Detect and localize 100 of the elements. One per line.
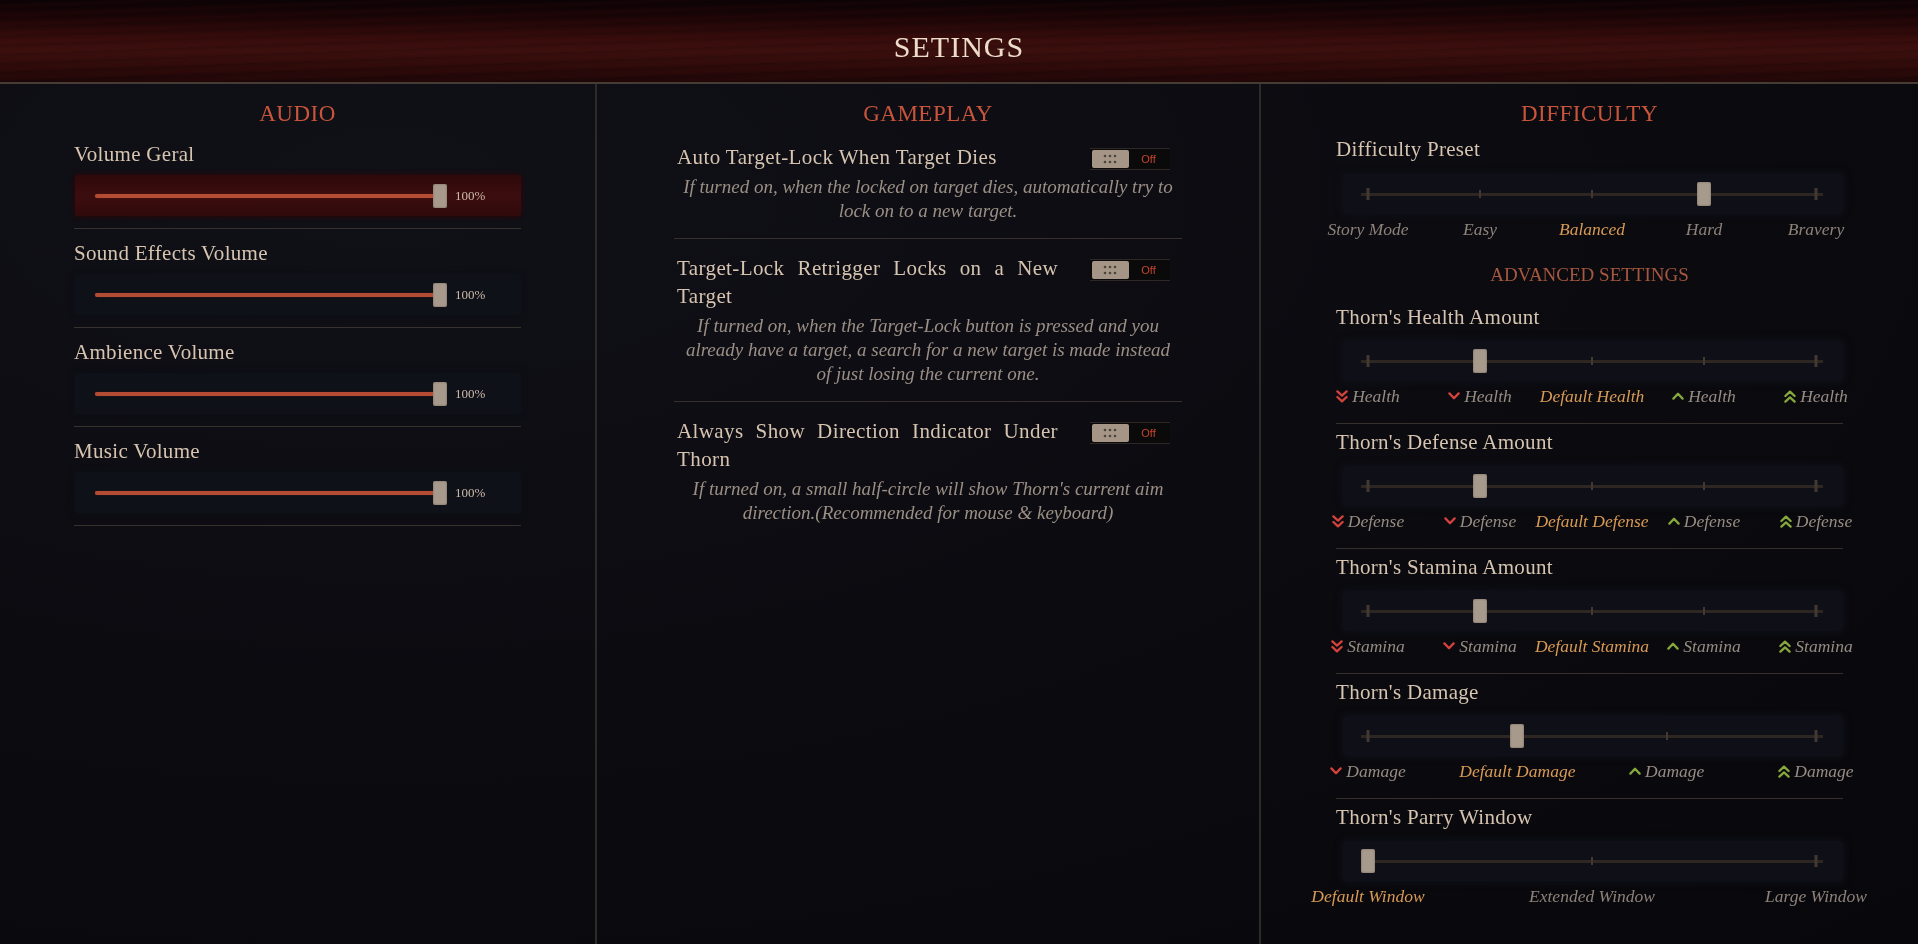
stop-label: Stamina — [1459, 635, 1517, 657]
tick-mark — [1366, 730, 1370, 742]
setting-label: Thorn's Defense Amount — [1336, 430, 1554, 454]
section-heading: GAMEPLAY — [863, 100, 993, 128]
chevron-up-icon — [1629, 767, 1641, 775]
stop-label: Health — [1688, 385, 1736, 407]
tick-mark — [1366, 355, 1370, 367]
slider-thumb[interactable] — [1473, 474, 1487, 498]
double-chevron-up-icon — [1779, 639, 1792, 653]
setting-label: Music Volume — [74, 438, 201, 464]
stop-label: Default Stamina — [1534, 635, 1650, 657]
stop-label: Health — [1352, 385, 1400, 407]
setting-description: If turned on, a small half-circle will show Thorn's current aim direction.(Recommended for mouse & keyboard) — [691, 477, 1165, 525]
chevron-down-icon — [1448, 392, 1461, 400]
tick-mark — [1703, 482, 1705, 490]
setting-label: Always Show Direction Indicator Under Thorn — [677, 418, 1058, 473]
slider-thumb[interactable] — [1697, 182, 1711, 206]
chevron-down-icon — [1443, 517, 1456, 525]
double-chevron-down-icon — [1336, 389, 1349, 403]
stop-label: Health — [1800, 385, 1848, 407]
tick-mark — [1814, 855, 1818, 867]
setting-label: Thorn's Health Amount — [1336, 305, 1541, 329]
stop-label: Defense — [1459, 510, 1517, 532]
double-chevron-up-icon — [1779, 514, 1792, 528]
section-subheading: ADVANCED SETTINGS — [1489, 263, 1690, 287]
toggle-switch[interactable]: Off — [1090, 148, 1170, 170]
slider-thumb[interactable] — [433, 282, 447, 307]
setting-label: Target-Lock Retrigger Locks on a New Target — [677, 255, 1058, 310]
stop-label: Balanced — [1558, 218, 1626, 240]
tick-mark — [1703, 357, 1705, 365]
stop-label: Story Mode — [1327, 218, 1409, 240]
volume-reading: 100% — [455, 484, 486, 501]
slider-thumb[interactable] — [433, 480, 447, 505]
double-chevron-up-icon — [1778, 764, 1791, 778]
tick-mark — [1591, 607, 1593, 615]
setting-description: If turned on, when the locked on target dies, automatically try to lock on to a new target. — [682, 175, 1174, 223]
stop-label: Stamina — [1683, 635, 1741, 657]
tick-mark — [1366, 188, 1370, 200]
stop-label: Large Window — [1765, 885, 1867, 907]
slider-thumb[interactable] — [433, 381, 447, 406]
stop-label: Bravery — [1787, 218, 1845, 240]
chevron-down-icon — [1330, 767, 1343, 775]
chevron-down-icon — [1443, 642, 1456, 650]
tick-mark — [1366, 480, 1370, 492]
tick-mark — [1591, 357, 1593, 365]
setting-label: Volume Geral — [74, 141, 196, 167]
stop-label: Default Health — [1539, 385, 1645, 407]
section-heading: AUDIO — [259, 100, 336, 128]
setting-description: If turned on, when the Target-Lock button is pressed and you already have a target, a search for a new target is made instead of just losing the current one. — [684, 314, 1172, 386]
chevron-up-icon — [1667, 642, 1680, 650]
setting-label: Sound Effects Volume — [74, 240, 269, 266]
stop-label: Hard — [1685, 218, 1723, 240]
chevron-up-icon — [1672, 392, 1685, 400]
tick-mark — [1814, 480, 1818, 492]
stop-label: Default Window — [1311, 885, 1425, 907]
slider-thumb[interactable] — [1473, 599, 1487, 623]
stop-label: Defense — [1347, 510, 1405, 532]
volume-reading: 100% — [455, 385, 486, 402]
slider-thumb[interactable] — [1361, 849, 1375, 873]
volume-reading: 100% — [455, 286, 486, 303]
slider-thumb[interactable] — [1473, 349, 1487, 373]
stop-label: Extended Window — [1529, 885, 1655, 907]
toggle-switch[interactable]: Off — [1090, 259, 1170, 281]
stop-label: Defense — [1683, 510, 1741, 532]
stop-label: Stamina — [1795, 635, 1853, 657]
tick-mark — [1703, 607, 1705, 615]
stop-label: Health — [1464, 385, 1512, 407]
stop-label: Defense — [1795, 510, 1853, 532]
tick-mark — [1591, 190, 1593, 198]
volume-reading: 100% — [455, 187, 486, 204]
stop-label: Damage — [1645, 760, 1705, 782]
chevron-up-icon — [1667, 517, 1680, 525]
setting-label: Ambience Volume — [74, 339, 236, 365]
setting-label: Difficulty Preset — [1336, 137, 1482, 161]
setting-label: Thorn's Parry Window — [1336, 805, 1534, 829]
toggle-knob-icon — [1092, 150, 1129, 168]
toggle-switch[interactable]: Off — [1090, 422, 1170, 444]
tick-mark — [1814, 605, 1818, 617]
tick-mark — [1366, 605, 1370, 617]
stop-label: Stamina — [1347, 635, 1405, 657]
tick-mark — [1814, 730, 1818, 742]
tick-mark — [1665, 732, 1668, 740]
double-chevron-down-icon — [1331, 514, 1344, 528]
double-chevron-down-icon — [1331, 639, 1344, 653]
tick-mark — [1591, 857, 1593, 865]
stop-label: Damage — [1794, 760, 1854, 782]
slider-thumb[interactable] — [433, 183, 447, 208]
stop-label: Damage — [1346, 760, 1406, 782]
page-title: SETINGS — [893, 29, 1025, 65]
stop-label: Default Defense — [1535, 510, 1649, 532]
setting-label: Thorn's Stamina Amount — [1336, 555, 1554, 579]
stop-label: Default Damage — [1459, 760, 1576, 782]
slider-thumb[interactable] — [1510, 724, 1525, 748]
setting-label: Thorn's Damage — [1336, 680, 1480, 704]
tick-mark — [1479, 190, 1481, 198]
setting-label: Auto Target-Lock When Target Dies — [677, 144, 998, 171]
toggle-knob-icon — [1092, 424, 1129, 442]
double-chevron-up-icon — [1784, 389, 1797, 403]
tick-mark — [1591, 482, 1593, 490]
section-heading: DIFFICULTY — [1520, 100, 1659, 128]
